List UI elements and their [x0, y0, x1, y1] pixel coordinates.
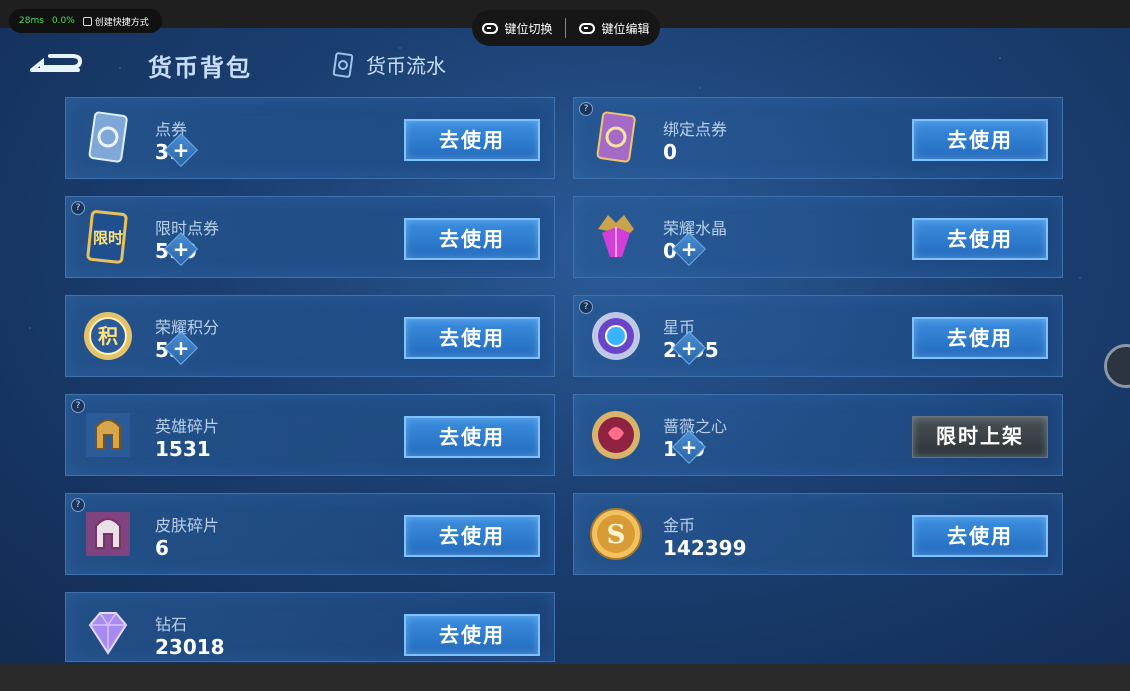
- key-mapping-bar: 键位切换 键位编辑: [472, 10, 660, 46]
- currency-value: 1531: [155, 437, 211, 461]
- key-edit-button[interactable]: 键位编辑: [571, 20, 657, 37]
- currency-card: 点券31+去使用: [65, 97, 555, 179]
- use-button[interactable]: 去使用: [404, 218, 540, 260]
- diamond-icon: [80, 605, 136, 661]
- plus-icon: +: [172, 138, 190, 162]
- use-button[interactable]: 去使用: [404, 515, 540, 557]
- currency-flow-tab[interactable]: 货币流水: [330, 50, 446, 79]
- currency-name: 皮肤碎片: [155, 516, 220, 535]
- use-button[interactable]: 去使用: [404, 416, 540, 458]
- use-button[interactable]: 去使用: [912, 317, 1048, 359]
- rose-heart-icon: [588, 407, 644, 463]
- currency-card: ?星币2395+去使用: [573, 295, 1063, 377]
- currency-card: ? 英雄碎片 1531 去使用: [65, 394, 555, 476]
- gold-coin-text: S: [607, 520, 626, 550]
- gamepad-icon: [482, 22, 499, 34]
- use-button[interactable]: 去使用: [912, 515, 1048, 557]
- currency-card: 荣耀水晶 0 + 去使用: [573, 196, 1063, 278]
- glory-points-text: 积: [98, 324, 118, 348]
- star-coin-icon: [588, 308, 644, 364]
- currency-value: 0: [663, 140, 677, 164]
- use-button[interactable]: 去使用: [912, 119, 1048, 161]
- use-button[interactable]: 去使用: [912, 218, 1048, 260]
- currency-card: 钻石 23018 去使用: [65, 592, 555, 662]
- ticket-icon: [80, 110, 136, 166]
- currency-name: 荣耀积分: [155, 318, 220, 337]
- loss-value: 0.0%: [51, 16, 75, 26]
- use-button[interactable]: 去使用: [404, 614, 540, 656]
- game-screen: 货币背包 货币流水 点券31+去使用?绑定点券0去使用?限时限时点券590+去使…: [0, 28, 1130, 664]
- performance-overlay: 28ms 0.0% 创建快捷方式: [9, 9, 162, 33]
- back-arrow-icon[interactable]: [28, 50, 86, 80]
- currency-value: 142399: [663, 536, 747, 560]
- limited-ticket-text: 限时: [93, 229, 123, 247]
- currency-card: ? 绑定点券 0 去使用: [573, 97, 1063, 179]
- shortcut-label: 创建快捷方式: [94, 17, 149, 28]
- ping-value: 28ms: [19, 16, 44, 26]
- create-shortcut-button[interactable]: 创建快捷方式: [82, 15, 149, 28]
- gamepad-icon: [579, 22, 596, 34]
- currency-card: 蔷薇之心100+限时上架: [573, 394, 1063, 476]
- plus-icon: +: [172, 237, 190, 261]
- divider: [565, 18, 567, 38]
- limited-listing-button[interactable]: 限时上架: [912, 416, 1048, 458]
- key-switch-label: 键位切换: [504, 21, 553, 36]
- currency-name: 金币: [663, 516, 696, 535]
- key-switch-button[interactable]: 键位切换: [474, 20, 560, 37]
- currency-name: 蔷薇之心: [663, 417, 728, 436]
- gold-coin-icon: S: [588, 506, 644, 562]
- hero-fragment-icon: [80, 407, 136, 463]
- page-title: 货币背包: [148, 54, 252, 82]
- currency-name: 钻石: [155, 615, 188, 634]
- use-button[interactable]: 去使用: [404, 119, 540, 161]
- currency-value: 23018: [155, 635, 225, 659]
- bottom-bar: [0, 664, 1130, 691]
- currency-card: ?限时限时点券590+去使用: [65, 196, 555, 278]
- glory-points-icon: 积: [80, 308, 136, 364]
- plus-icon: +: [172, 336, 190, 360]
- shortcut-icon: [82, 16, 92, 26]
- currency-flow-label: 货币流水: [366, 54, 446, 78]
- currency-name: 限时点券: [155, 219, 220, 238]
- key-edit-label: 键位编辑: [601, 21, 650, 36]
- currency-name: 荣耀水晶: [663, 219, 728, 238]
- use-button[interactable]: 去使用: [404, 317, 540, 359]
- plus-icon: +: [680, 336, 698, 360]
- plus-icon: +: [680, 237, 698, 261]
- currency-name: 绑定点券: [663, 120, 728, 139]
- currency-card: S 金币 142399 去使用: [573, 493, 1063, 575]
- bound-ticket-icon: [588, 110, 644, 166]
- currency-value: 6: [155, 536, 169, 560]
- skin-fragment-icon: [80, 506, 136, 562]
- transaction-icon: [332, 51, 354, 78]
- glory-crystal-icon: [588, 209, 644, 265]
- currency-name: 英雄碎片: [155, 417, 220, 436]
- limited-ticket-icon: 限时: [80, 209, 136, 265]
- currency-card: ? 皮肤碎片 6 去使用: [65, 493, 555, 575]
- plus-icon: +: [680, 435, 698, 459]
- currency-card: 积荣耀积分55+去使用: [65, 295, 555, 377]
